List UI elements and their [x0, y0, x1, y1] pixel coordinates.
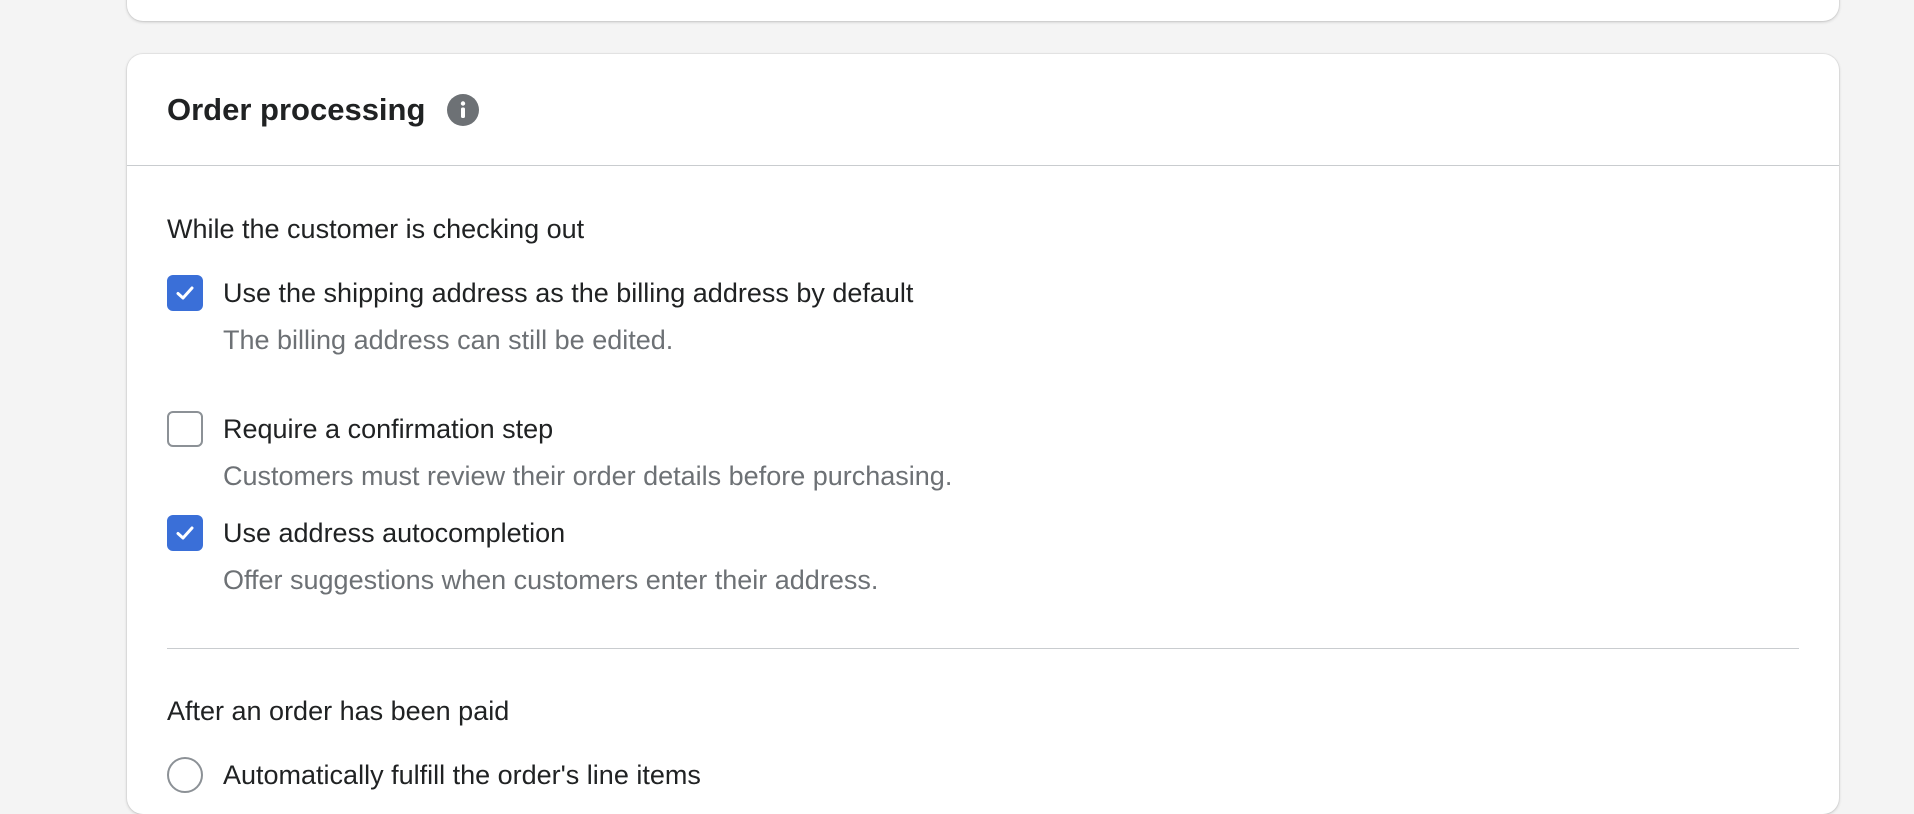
- checkout-section-heading: While the customer is checking out: [167, 214, 585, 244]
- confirmation-step-checkbox[interactable]: [167, 411, 203, 447]
- confirmation-step-help: Customers must review their order detail…: [223, 461, 953, 491]
- paid-section-heading: After an order has been paid: [167, 696, 510, 726]
- billing-default-checkbox[interactable]: [167, 275, 203, 311]
- confirmation-step-label[interactable]: Require a confirmation step: [223, 411, 553, 447]
- card-title: Order processing: [167, 92, 426, 127]
- address-autocompletion-checkbox[interactable]: [167, 515, 203, 551]
- address-autocompletion-help: Offer suggestions when customers enter t…: [223, 565, 879, 595]
- card-header: Order processing: [127, 54, 1839, 166]
- checkmark-icon: [176, 286, 194, 300]
- order-processing-card: Order processing While the customer is c…: [127, 54, 1839, 814]
- billing-default-label[interactable]: Use the shipping address as the billing …: [223, 275, 913, 311]
- previous-settings-card: [127, 0, 1839, 21]
- auto-fulfill-label[interactable]: Automatically fulfill the order's line i…: [223, 757, 701, 793]
- address-autocompletion-label[interactable]: Use address autocompletion: [223, 515, 565, 551]
- section-divider: [167, 648, 1799, 649]
- billing-default-help: The billing address can still be edited.: [223, 325, 674, 355]
- checkmark-icon: [176, 526, 194, 540]
- info-icon[interactable]: [447, 94, 479, 126]
- auto-fulfill-radio[interactable]: [167, 757, 203, 793]
